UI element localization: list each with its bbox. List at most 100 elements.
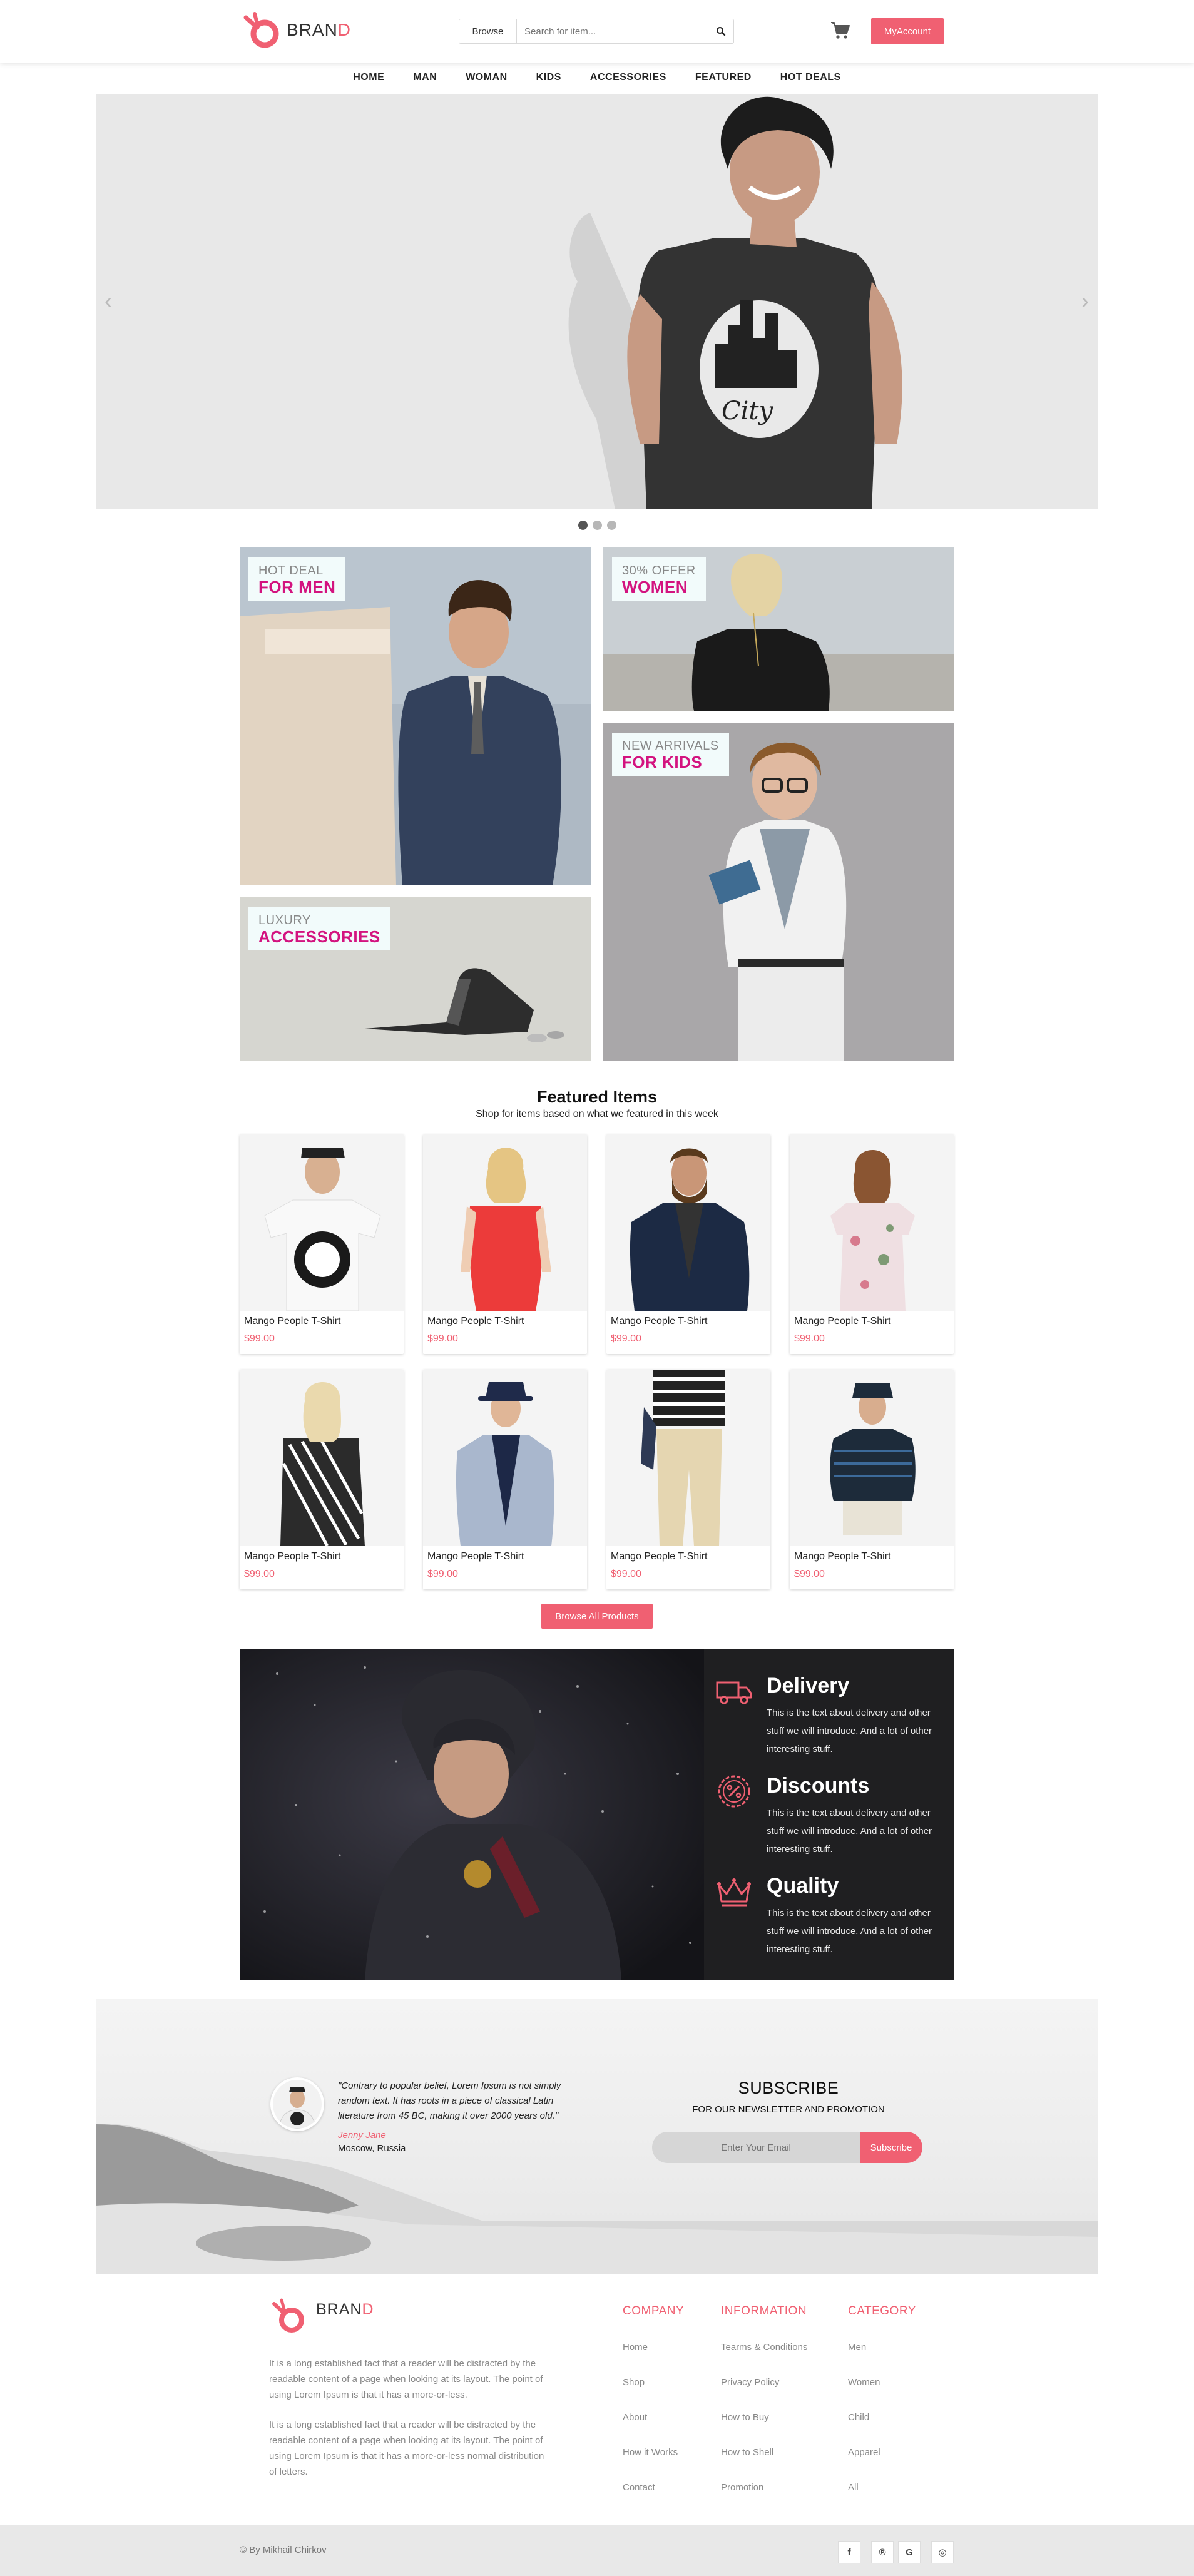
product-image[interactable] [423,1370,587,1546]
hero-next-arrow[interactable]: › [1081,288,1089,314]
product-card[interactable]: Mango People T-Shirt $99.00 [790,1370,954,1589]
product-name[interactable]: Mango People T-Shirt [244,1316,340,1327]
product-image[interactable] [790,1134,954,1311]
nav-home[interactable]: HOME [339,68,399,88]
nav-hot-deals[interactable]: HOT DEALS [766,68,855,88]
product-image[interactable] [606,1370,770,1546]
pinterest-icon[interactable]: ℗ [871,2541,894,2563]
product-price: $99.00 [794,1569,825,1579]
search-input[interactable] [517,19,708,43]
product-name[interactable]: Mango People T-Shirt [611,1316,707,1327]
hero-dot-1[interactable] [578,521,588,530]
product-name[interactable]: Mango People T-Shirt [244,1551,340,1562]
hero-slider: City ‹ › [96,94,1098,509]
promo-women[interactable]: 30% OFFER WOMEN [603,547,954,711]
footer-link-about[interactable]: About [623,2412,647,2423]
product-image[interactable] [240,1134,404,1311]
footer-link-how-to-buy[interactable]: How to Buy [721,2412,769,2423]
brand-logo-icon[interactable] [241,11,291,51]
feature-text: This is the text about delivery and othe… [767,1708,932,1754]
footer-link-all[interactable]: All [848,2482,859,2493]
hero-prev-arrow[interactable]: ‹ [105,288,112,314]
footer-information-title: INFORMATION [721,2304,807,2318]
footer-link-contact[interactable]: Contact [623,2482,655,2493]
main-nav: HOME MAN WOMAN KIDS ACCESSORIES FEATURED… [0,68,1194,88]
footer-link-terms[interactable]: Tearms & Conditions [721,2342,807,2353]
product-card[interactable]: Mango People T-Shirt $99.00 [790,1134,954,1354]
product-card[interactable]: Mango People T-Shirt $99.00 [423,1134,587,1354]
footer-link-home[interactable]: Home [623,2342,648,2353]
percent-icon [718,1775,750,1808]
email-input[interactable] [652,2132,860,2163]
promo-men-label: HOT DEAL FOR MEN [248,557,346,601]
product-price: $99.00 [427,1333,458,1344]
footer-logo-icon[interactable] [269,2298,314,2336]
instagram-icon[interactable]: ◎ [931,2541,954,2563]
footer-link-child[interactable]: Child [848,2412,869,2423]
subscribe-title: SUBSCRIBE [738,2079,839,2097]
footer-link-how-it-works[interactable]: How it Works [623,2447,678,2458]
footer-brand-name[interactable]: BRAND [316,2301,374,2319]
product-photo-blazer [423,1370,587,1546]
product-image[interactable] [606,1134,770,1311]
my-account-button[interactable]: MyAccount [871,18,944,44]
subscribe-button[interactable]: Subscribe [860,2132,922,2163]
footer-link-promotion[interactable]: Promotion [721,2482,763,2493]
nav-man[interactable]: MAN [399,68,451,88]
footer-bottom-bar [0,2525,1194,2576]
footer-link-shop[interactable]: Shop [623,2377,645,2388]
feature-title: Delivery [767,1674,850,1698]
product-card[interactable]: Mango People T-Shirt $99.00 [423,1370,587,1589]
nav-kids[interactable]: KIDS [522,68,576,88]
nav-featured[interactable]: FEATURED [681,68,766,88]
product-photo-red-top [423,1134,587,1311]
footer-link-men[interactable]: Men [848,2342,866,2353]
cart-icon[interactable] [830,21,850,39]
promo-men[interactable]: HOT DEAL FOR MEN [240,547,591,885]
product-photo-jacket [606,1134,770,1311]
product-photo-tee [240,1134,404,1311]
footer-paragraph-1: It is a long established fact that a rea… [269,2358,543,2400]
promo-men-small: HOT DEAL [258,564,324,578]
product-card[interactable]: Mango People T-Shirt $99.00 [240,1370,404,1589]
search-button[interactable] [708,19,733,43]
footer-link-women[interactable]: Women [848,2377,880,2388]
facebook-icon[interactable]: f [838,2541,860,2563]
product-image[interactable] [423,1134,587,1311]
product-name[interactable]: Mango People T-Shirt [611,1551,707,1562]
product-name[interactable]: Mango People T-Shirt [427,1551,524,1562]
product-card[interactable]: Mango People T-Shirt $99.00 [606,1134,770,1354]
hero-dot-3[interactable] [607,521,616,530]
product-name[interactable]: Mango People T-Shirt [794,1316,890,1327]
features-panel: Delivery This is the text about delivery… [704,1649,954,1980]
nav-accessories[interactable]: ACCESSORIES [576,68,681,88]
google-plus-icon[interactable]: G [898,2541,921,2563]
product-card[interactable]: Mango People T-Shirt $99.00 [240,1134,404,1354]
product-card[interactable]: Mango People T-Shirt $99.00 [606,1370,770,1589]
hero-dot-2[interactable] [593,521,602,530]
browse-all-products-button[interactable]: Browse All Products [541,1604,653,1629]
footer-link-apparel[interactable]: Apparel [848,2447,880,2458]
promo-kids[interactable]: NEW ARRIVALS FOR KIDS [603,723,954,1061]
hero-image: City [96,94,1098,509]
product-name[interactable]: Mango People T-Shirt [427,1316,524,1327]
crown-icon [717,1878,751,1907]
product-image[interactable] [790,1370,954,1546]
brand-name[interactable]: BRAND [287,20,351,40]
product-image[interactable] [240,1370,404,1546]
feature-title: Quality [767,1874,839,1898]
testimonial-avatar [270,2077,324,2131]
subscribe-form: Subscribe [652,2132,922,2163]
promo-men-big: FOR MEN [258,578,336,596]
product-price: $99.00 [611,1333,641,1344]
product-name[interactable]: Mango People T-Shirt [794,1551,890,1562]
testimonial-city: Moscow, Russia [338,2143,406,2154]
promo-accessories[interactable]: LUXURY ACCESSORIES [240,897,591,1061]
promo-women-small: 30% OFFER [622,564,696,578]
avatar-image [273,2080,322,2129]
footer-link-privacy[interactable]: Privacy Policy [721,2377,779,2388]
footer-link-how-to-shell[interactable]: How to Shell [721,2447,773,2458]
browse-dropdown[interactable]: Browse [459,19,517,43]
promo-kids-small: NEW ARRIVALS [622,739,719,753]
nav-woman[interactable]: WOMAN [451,68,521,88]
